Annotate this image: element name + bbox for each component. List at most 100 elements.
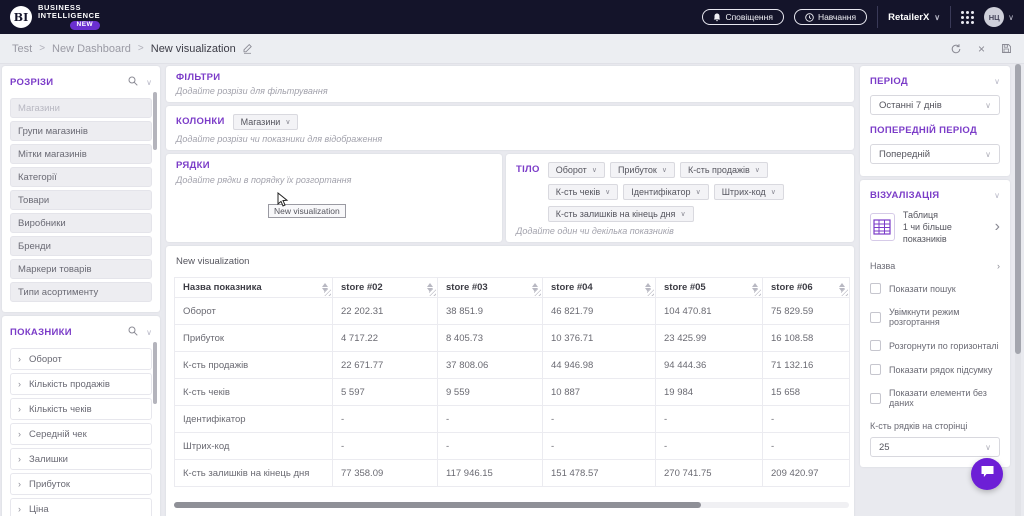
- dimension-item[interactable]: Групи магазинів: [10, 121, 152, 141]
- collapse-chevron-icon[interactable]: ∨: [994, 191, 1000, 200]
- chip-label: Магазини: [241, 117, 281, 127]
- columns-zone[interactable]: КОЛОНКИ Магазини∨ Додайте розрізи чи пок…: [166, 106, 854, 150]
- filters-zone[interactable]: ФІЛЬТРИ Додайте розрізи для фільтрування: [166, 66, 854, 102]
- breadcrumb-separator: >: [39, 43, 45, 54]
- previous-period-select[interactable]: Попередній ∨: [870, 144, 1000, 164]
- metric-item[interactable]: ›Оборот: [10, 348, 152, 370]
- table-row: Прибуток4 717.228 405.7310 376.7123 425.…: [175, 325, 850, 352]
- dimension-item[interactable]: Виробники: [10, 213, 152, 233]
- dimension-item[interactable]: Товари: [10, 190, 152, 210]
- app-logo[interactable]: BI BUSINESS INTELLIGENCE NEW: [10, 4, 100, 30]
- collapse-chevron-icon[interactable]: ∨: [146, 78, 152, 87]
- option-checkbox-row[interactable]: Розгорнути по горизонталі: [870, 340, 1000, 351]
- dimension-item[interactable]: Мітки магазинів: [10, 144, 152, 164]
- body-chip[interactable]: К-сть чеків∨: [548, 184, 619, 200]
- checkbox-icon[interactable]: [870, 283, 881, 294]
- column-resize-handle[interactable]: [647, 289, 654, 296]
- column-resize-handle[interactable]: [429, 289, 436, 296]
- dimension-item[interactable]: Типи асортименту: [10, 282, 152, 302]
- divider: [950, 6, 951, 28]
- user-menu[interactable]: НЦ ∨: [984, 7, 1014, 27]
- dimensions-scrollbar[interactable]: [153, 92, 157, 150]
- checkbox-icon[interactable]: [870, 340, 881, 351]
- option-checkbox-row[interactable]: Показати пошук: [870, 283, 1000, 294]
- body-chip[interactable]: Прибуток∨: [610, 162, 675, 178]
- breadcrumb-item-test[interactable]: Test: [12, 43, 32, 55]
- visualization-title[interactable]: New visualization: [176, 256, 846, 267]
- column-header-label: store #06: [771, 282, 813, 293]
- dimension-item[interactable]: Категорії: [10, 167, 152, 187]
- apps-grid-icon[interactable]: [961, 11, 974, 24]
- name-settings-row[interactable]: Назва ›: [870, 255, 1000, 277]
- close-icon[interactable]: ×: [978, 42, 985, 56]
- body-chip[interactable]: Оборот∨: [548, 162, 605, 178]
- visualization-type-label: Таблиця: [903, 209, 987, 221]
- horizontal-scrollbar[interactable]: [174, 502, 849, 508]
- body-zone[interactable]: ТІЛО Оборот∨Прибуток∨К-сть продажів∨К-ст…: [506, 154, 854, 242]
- option-checkbox-row[interactable]: Показати елементи без даних: [870, 388, 1000, 408]
- training-button[interactable]: Навчання: [794, 9, 867, 25]
- column-resize-handle[interactable]: [754, 289, 761, 296]
- period-select[interactable]: Останні 7 днів ∨: [870, 95, 1000, 115]
- column-header-label: store #05: [664, 282, 706, 293]
- breadcrumb-item-dashboard[interactable]: New Dashboard: [52, 43, 131, 55]
- dimension-item[interactable]: Бренди: [10, 236, 152, 256]
- rows-zone[interactable]: РЯДКИ Додайте рядки в порядку їх розгорт…: [166, 154, 502, 242]
- column-header[interactable]: store #03: [438, 278, 543, 298]
- body-chip[interactable]: К-сть залишків на кінець дня∨: [548, 206, 694, 222]
- body-chip[interactable]: К-сть продажів∨: [680, 162, 768, 178]
- dimension-item[interactable]: Магазини: [10, 98, 152, 118]
- column-header[interactable]: store #02: [333, 278, 438, 298]
- column-header[interactable]: store #05: [656, 278, 763, 298]
- sort-asc-icon: [645, 283, 651, 287]
- sort-asc-icon: [839, 283, 845, 287]
- horizontal-scrollbar-thumb[interactable]: [174, 502, 701, 508]
- metric-item[interactable]: ›Прибуток: [10, 473, 152, 495]
- collapse-chevron-icon[interactable]: ∨: [146, 328, 152, 337]
- value-cell: 16 108.58: [763, 325, 850, 352]
- page-scrollbar[interactable]: [1015, 64, 1021, 516]
- rows-per-page-select[interactable]: 25 ∨: [870, 437, 1000, 457]
- breadcrumb-separator: >: [138, 43, 144, 54]
- checkbox-icon[interactable]: [870, 364, 881, 375]
- metrics-scrollbar[interactable]: [153, 342, 157, 404]
- edit-title-icon[interactable]: [242, 43, 253, 54]
- column-header[interactable]: store #04: [543, 278, 656, 298]
- column-resize-handle[interactable]: [534, 289, 541, 296]
- chat-button[interactable]: [971, 458, 1003, 490]
- page-scrollbar-thumb[interactable]: [1015, 64, 1021, 354]
- metric-item[interactable]: ›Кількість чеків: [10, 398, 152, 420]
- metric-item[interactable]: ›Ціна: [10, 498, 152, 516]
- chevron-right-icon: ›: [997, 261, 1000, 271]
- value-cell: -: [656, 406, 763, 433]
- dimension-item[interactable]: Маркери товарів: [10, 259, 152, 279]
- collapse-chevron-icon[interactable]: ∨: [994, 77, 1000, 86]
- metrics-title: ПОКАЗНИКИ: [10, 327, 72, 338]
- save-icon[interactable]: [1001, 43, 1012, 54]
- metric-item[interactable]: ›Кількість продажів: [10, 373, 152, 395]
- column-resize-handle[interactable]: [324, 289, 331, 296]
- table-row: К-сть продажів22 671.7737 808.0644 946.9…: [175, 352, 850, 379]
- metric-item[interactable]: ›Залишки: [10, 448, 152, 470]
- body-chip[interactable]: Ідентифікатор∨: [623, 184, 708, 200]
- tenant-selector[interactable]: RetailerX ∨: [888, 12, 940, 23]
- checkbox-icon[interactable]: [870, 393, 881, 404]
- metric-name-cell: Прибуток: [175, 325, 333, 352]
- column-header[interactable]: Назва показника: [175, 278, 333, 298]
- body-chip[interactable]: Штрих-код∨: [714, 184, 784, 200]
- metric-item[interactable]: ›Середній чек: [10, 423, 152, 445]
- option-checkbox-row[interactable]: Показати рядок підсумку: [870, 364, 1000, 375]
- expand-chevron-icon: ›: [18, 354, 21, 364]
- value-cell: 75 829.59: [763, 298, 850, 325]
- checkbox-icon[interactable]: [870, 312, 881, 323]
- refresh-icon[interactable]: [950, 43, 962, 55]
- notifications-button[interactable]: Сповіщення: [702, 9, 784, 25]
- visualization-type-row[interactable]: Таблиця 1 чи більше показників ›: [870, 209, 1000, 245]
- logo-text: BUSINESS INTELLIGENCE NEW: [38, 4, 100, 30]
- search-icon[interactable]: [128, 73, 138, 91]
- option-checkbox-row[interactable]: Увімкнути режим розгортання: [870, 307, 1000, 327]
- column-resize-handle[interactable]: [841, 289, 848, 296]
- column-header[interactable]: store #06: [763, 278, 850, 298]
- columns-chip[interactable]: Магазини∨: [233, 114, 299, 130]
- search-icon[interactable]: [128, 323, 138, 341]
